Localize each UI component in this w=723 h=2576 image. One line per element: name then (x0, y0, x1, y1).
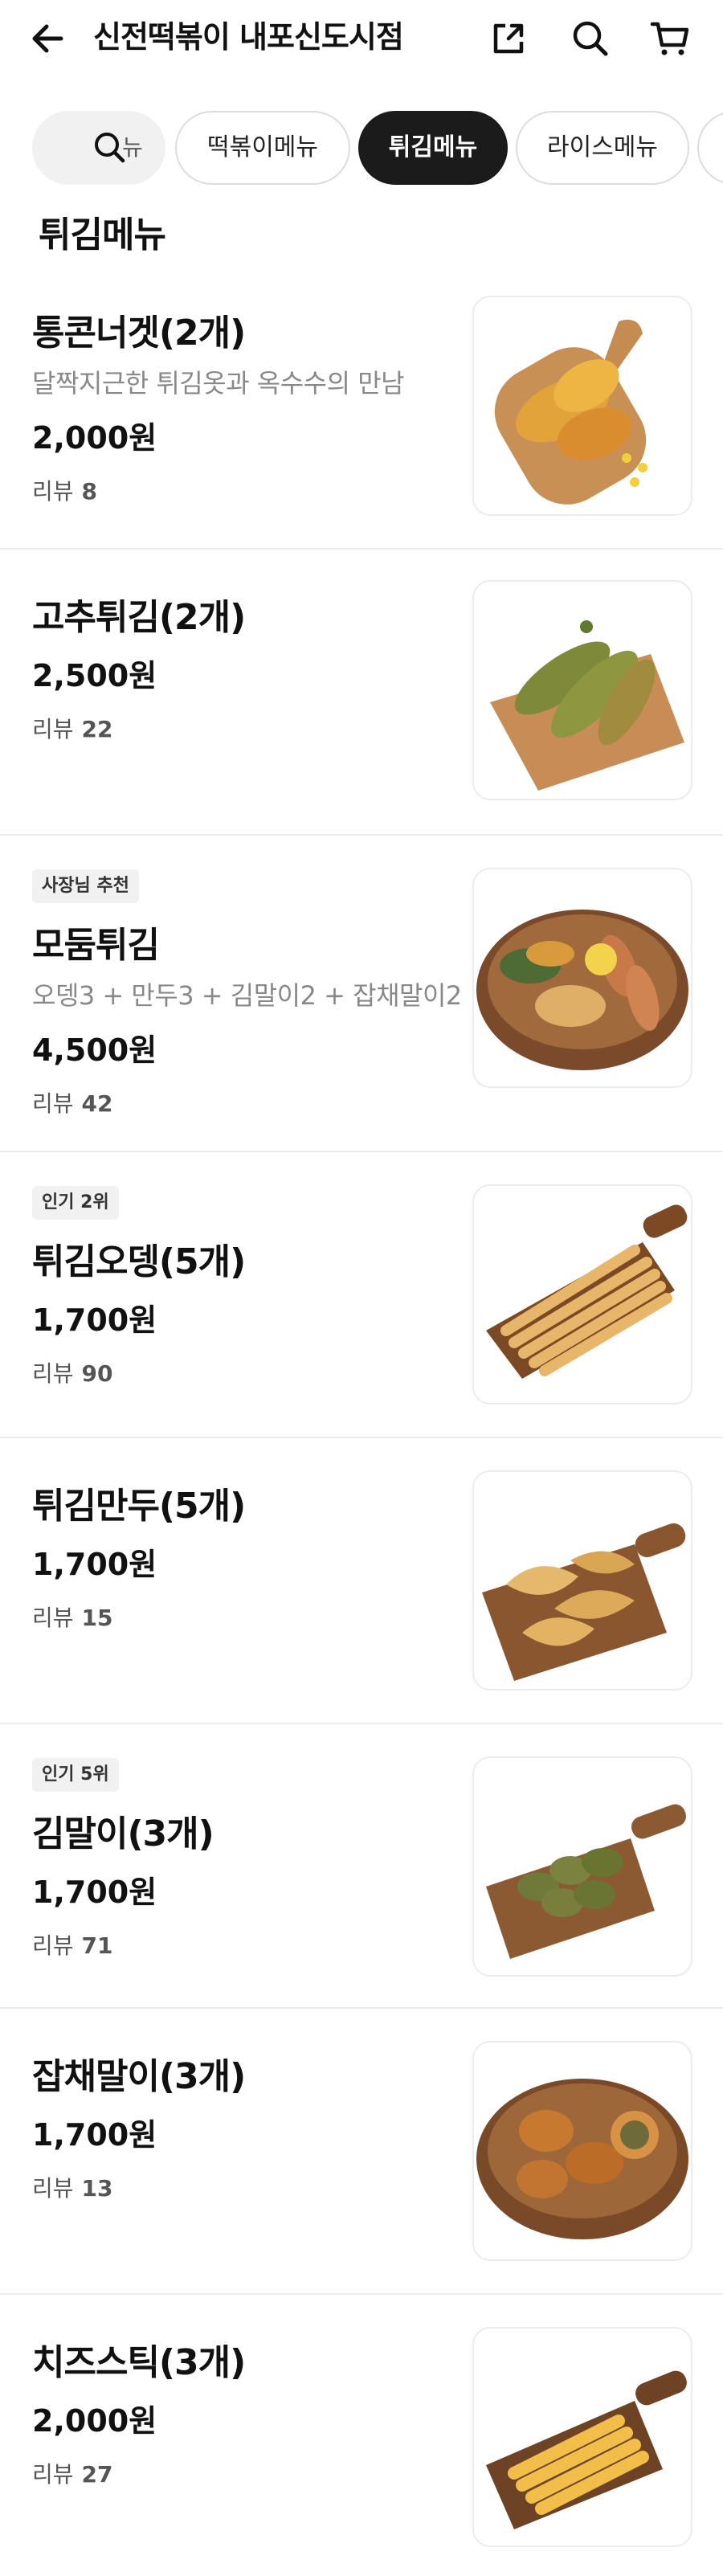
menu-item-photo (472, 2041, 692, 2261)
menu-item-reviews: 리뷰 8 (32, 478, 98, 505)
menu-item-name: 모둠튀김 (32, 925, 160, 966)
menu-item-reviews: 리뷰 13 (32, 2175, 113, 2202)
menu-item-price: 2,000원 (32, 2403, 157, 2439)
search-icon[interactable] (568, 16, 613, 61)
menu-item-reviews: 리뷰 90 (32, 1360, 113, 1387)
tab-tteokbokki-menu[interactable]: 떡볶이메뉴 (175, 111, 350, 185)
recommendation-badge: 사장님 추천 (32, 869, 139, 903)
menu-item-reviews: 리뷰 71 (32, 1932, 113, 1959)
menu-item-name: 고추튀김(2개) (32, 597, 246, 638)
menu-item[interactable]: 잡채말이(3개) 1,700원 리뷰 13 (0, 2009, 723, 2295)
menu-item-name: 통콘너겟(2개) (32, 313, 246, 354)
menu-item-photo (472, 580, 692, 800)
menu-item-photo (472, 1184, 692, 1405)
menu-item-photo (472, 2327, 692, 2547)
tab-next-menu[interactable] (697, 111, 723, 185)
popularity-badge: 인기 5위 (32, 1758, 119, 1792)
menu-item-photo (472, 1470, 692, 1691)
search-icon (95, 133, 125, 163)
menu-item-description: 오뎅3 + 만두3 + 김말이2 + 잡채말이2 (32, 980, 462, 1011)
menu-item-name: 치즈스틱(3개) (32, 2342, 246, 2383)
back-arrow-icon[interactable] (27, 18, 69, 59)
menu-item-photo (472, 1756, 692, 1977)
top-app-bar: 신전떡볶이 내포신도시점 (0, 0, 723, 77)
menu-item-description: 달짝지근한 튀김옷과 옥수수의 만남 (32, 368, 405, 399)
menu-item-price: 1,700원 (32, 1302, 157, 1338)
menu-item-price: 2,500원 (32, 658, 157, 693)
menu-item-photo (472, 296, 692, 516)
menu-item[interactable]: 튀김만두(5개) 1,700원 리뷰 15 (0, 1438, 723, 1724)
menu-item-reviews: 리뷰 22 (32, 716, 113, 742)
tab-rice-menu[interactable]: 라이스메뉴 (516, 111, 689, 185)
menu-item-reviews: 리뷰 27 (32, 2461, 113, 2488)
menu-item[interactable]: 사장님 추천 모둠튀김 오뎅3 + 만두3 + 김말이2 + 잡채말이2 4,5… (0, 836, 723, 1152)
menu-item[interactable]: 인기 2위 튀김오뎅(5개) 1,700원 리뷰 90 (0, 1152, 723, 1438)
menu-item-name: 김말이(3개) (32, 1813, 214, 1854)
menu-item-name: 튀김오뎅(5개) (32, 1241, 246, 1282)
menu-item-price: 4,500원 (32, 1032, 157, 1068)
share-icon[interactable] (486, 16, 531, 61)
menu-item-price: 1,700원 (32, 2117, 157, 2153)
menu-item-photo (472, 868, 692, 1088)
menu-item[interactable]: 인기 5위 김말이(3개) 1,700원 리뷰 71 (0, 1724, 723, 2009)
menu-item-price: 1,700원 (32, 1547, 157, 1582)
menu-item-reviews: 리뷰 15 (32, 1605, 113, 1631)
menu-item-reviews: 리뷰 42 (32, 1090, 113, 1117)
cart-icon[interactable] (647, 16, 692, 61)
category-search-button[interactable]: 뉴 (32, 111, 165, 185)
category-tab-bar: 뉴 떡볶이메뉴 튀김메뉴 라이스메뉴 (0, 111, 723, 186)
menu-item[interactable]: 고추튀김(2개) 2,500원 리뷰 22 (0, 550, 723, 836)
menu-item-name: 잡채말이(3개) (32, 2056, 246, 2097)
store-title: 신전떡볶이 내포신도시점 (93, 19, 404, 55)
menu-item[interactable]: 치즈스틱(3개) 2,000원 리뷰 27 (0, 2295, 723, 2576)
popularity-badge: 인기 2위 (32, 1186, 119, 1220)
menu-item-name: 튀김만두(5개) (32, 1486, 246, 1527)
menu-item-price: 2,000원 (32, 420, 157, 456)
section-title: 튀김메뉴 (39, 215, 166, 256)
menu-item-price: 1,700원 (32, 1875, 157, 1910)
menu-item[interactable]: 통콘너겟(2개) 달짝지근한 튀김옷과 옥수수의 만남 2,000원 리뷰 8 (0, 272, 723, 550)
tab-fried-menu[interactable]: 튀김메뉴 (358, 111, 508, 185)
